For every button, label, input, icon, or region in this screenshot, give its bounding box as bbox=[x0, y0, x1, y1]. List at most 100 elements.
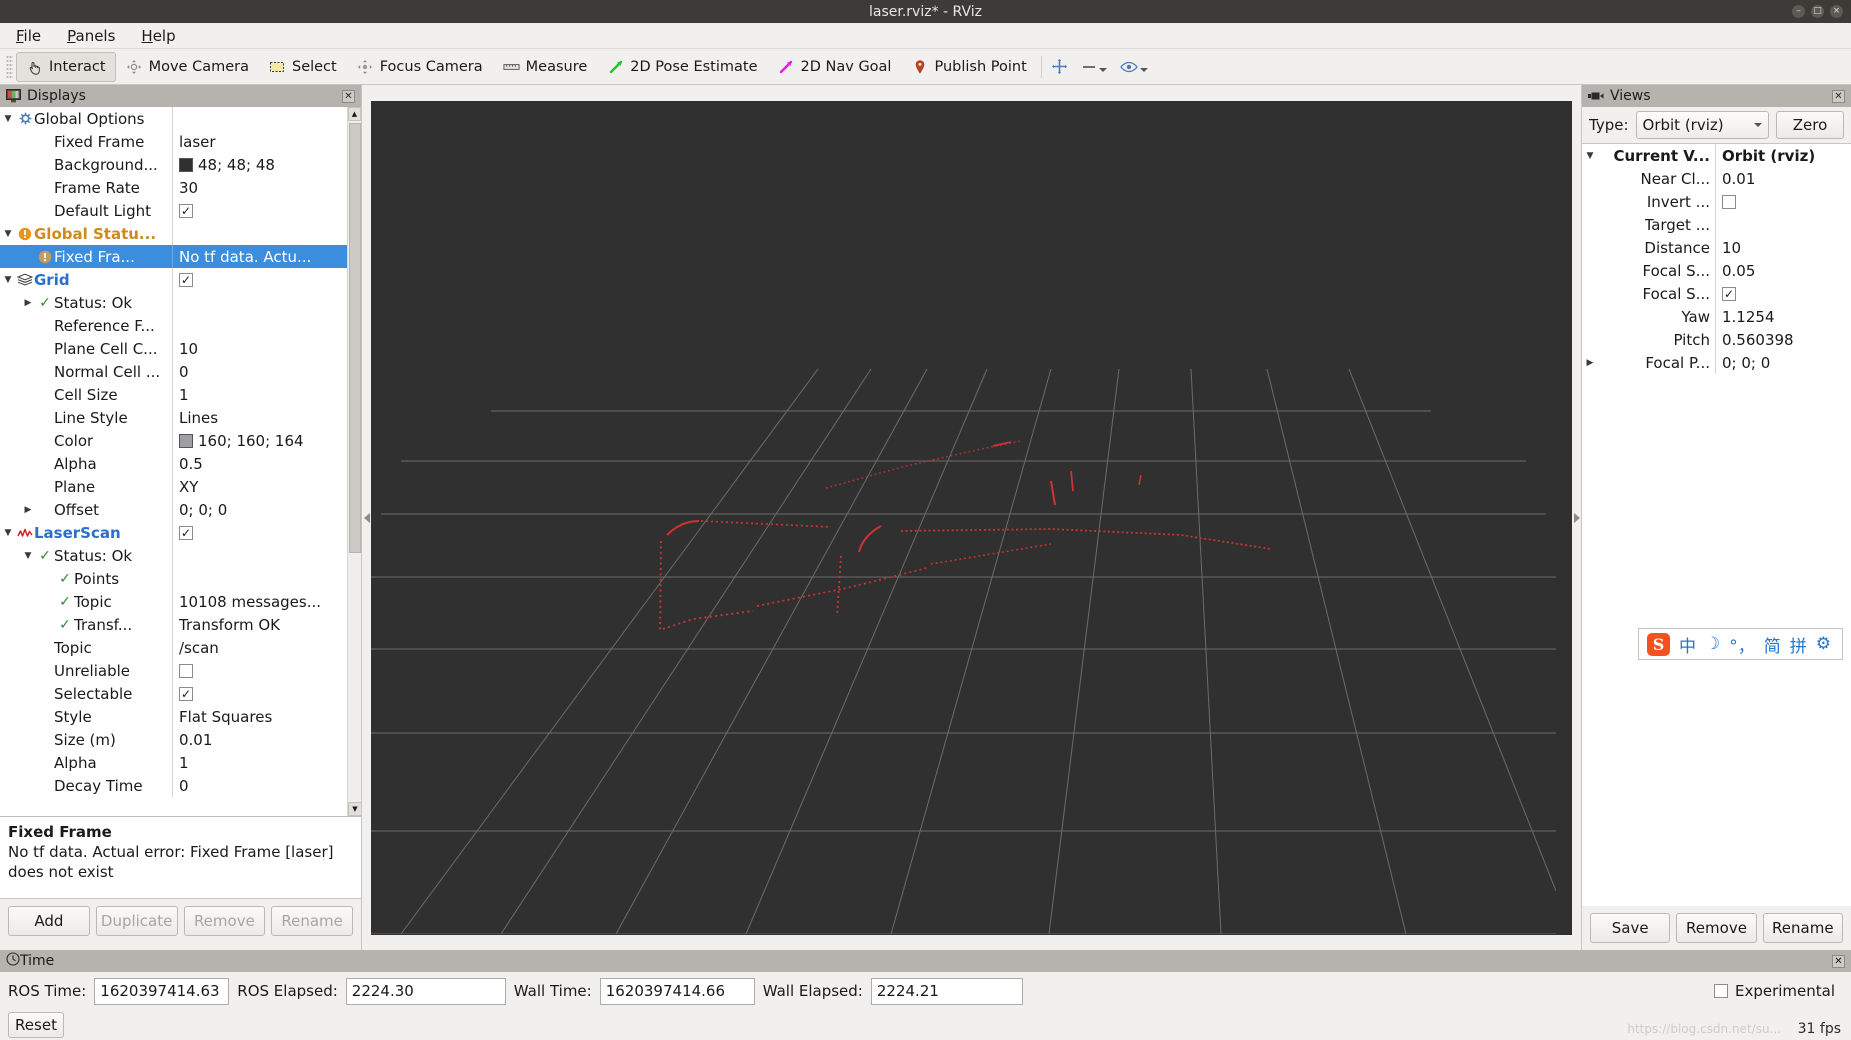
ime-moon-icon[interactable]: ☽ bbox=[1705, 634, 1720, 654]
tool-2d-nav-goal[interactable]: 2D Nav Goal bbox=[768, 52, 902, 82]
chevron-down-icon[interactable] bbox=[0, 229, 16, 239]
tree-row[interactable]: Plane XY bbox=[0, 475, 361, 498]
tree-value[interactable] bbox=[172, 659, 361, 682]
tree-row[interactable]: Global Statu... bbox=[0, 222, 361, 245]
tree-row[interactable]: Yaw 1.1254 bbox=[1582, 305, 1851, 328]
chevron-right-icon[interactable] bbox=[1582, 358, 1598, 368]
close-icon[interactable]: ✕ bbox=[342, 89, 355, 103]
tree-row[interactable]: Alpha 1 bbox=[0, 751, 361, 774]
save-button[interactable]: Save bbox=[1590, 913, 1671, 943]
tree-value[interactable]: No tf data. Actu... bbox=[172, 245, 361, 268]
3d-viewport[interactable] bbox=[371, 101, 1572, 935]
ime-settings-gear-icon[interactable]: ⚙ bbox=[1816, 634, 1831, 654]
tree-value[interactable]: 30 bbox=[172, 176, 361, 199]
tree-value[interactable]: 10 bbox=[172, 337, 361, 360]
tree-row[interactable]: Unreliable bbox=[0, 659, 361, 682]
tree-row[interactable]: Size (m) 0.01 bbox=[0, 728, 361, 751]
chevron-down-icon[interactable] bbox=[20, 551, 36, 561]
tree-row[interactable]: Global Options bbox=[0, 107, 361, 130]
tree-value[interactable]: ✓ bbox=[1715, 282, 1851, 305]
tree-value[interactable]: 0.01 bbox=[1715, 167, 1851, 190]
tool-move-camera[interactable]: Move Camera bbox=[116, 52, 259, 82]
tree-row[interactable]: Decay Time 0 bbox=[0, 774, 361, 797]
tree-value[interactable]: ✓ bbox=[172, 268, 361, 291]
tree-value[interactable]: 0.5 bbox=[172, 452, 361, 475]
views-tree[interactable]: Current V... Orbit (rviz) Near Cl... 0.01 In… bbox=[1582, 143, 1851, 906]
tree-row[interactable]: Normal Cell ... 0 bbox=[0, 360, 361, 383]
minimize-icon[interactable]: – bbox=[1792, 5, 1805, 18]
tool-focus-camera[interactable]: Focus Camera bbox=[347, 52, 493, 82]
tree-row[interactable]: Fixed Frame laser bbox=[0, 130, 361, 153]
tree-value[interactable]: 1.1254 bbox=[1715, 305, 1851, 328]
displays-tree[interactable]: Global Options Fixed Frame laser Background… bbox=[0, 107, 361, 817]
tree-row[interactable]: Pitch 0.560398 bbox=[1582, 328, 1851, 351]
tool-measure[interactable]: Measure bbox=[493, 52, 598, 82]
minus-dropdown-button[interactable] bbox=[1074, 54, 1114, 80]
wall-elapsed-input[interactable]: 2224.21 bbox=[870, 977, 1023, 1005]
chevron-down-icon[interactable] bbox=[0, 114, 16, 124]
tool-select[interactable]: Select bbox=[259, 52, 347, 82]
left-splitter-handle[interactable] bbox=[362, 85, 371, 950]
tree-row[interactable]: Selectable ✓ bbox=[0, 682, 361, 705]
tree-value[interactable]: ✓ bbox=[172, 682, 361, 705]
menu-panels[interactable]: Panels bbox=[59, 25, 123, 47]
chevron-down-icon[interactable] bbox=[1582, 151, 1598, 161]
wall-time-input[interactable]: 1620397414.66 bbox=[599, 977, 755, 1005]
ime-toolbar[interactable]: S 中 ☽ °， 简 拼 ⚙ bbox=[1638, 628, 1843, 660]
tree-row[interactable]: Line Style Lines bbox=[0, 406, 361, 429]
tree-value[interactable]: XY bbox=[172, 475, 361, 498]
toolbar-drag-handle[interactable] bbox=[6, 54, 13, 79]
chevron-down-icon[interactable] bbox=[0, 275, 16, 285]
tree-row[interactable]: Near Cl... 0.01 bbox=[1582, 167, 1851, 190]
menu-file[interactable]: File bbox=[8, 25, 49, 47]
tree-row[interactable]: Color 160; 160; 164 bbox=[0, 429, 361, 452]
tree-value[interactable]: 0; 0; 0 bbox=[172, 498, 361, 521]
tree-row[interactable]: Grid ✓ bbox=[0, 268, 361, 291]
experimental-checkbox[interactable] bbox=[1713, 984, 1728, 998]
tree-row[interactable]: Focal S... ✓ bbox=[1582, 282, 1851, 305]
tree-row[interactable]: Invert ... bbox=[1582, 190, 1851, 213]
tree-row[interactable]: Reference F... bbox=[0, 314, 361, 337]
rename-view-button[interactable]: Rename bbox=[1762, 913, 1843, 943]
tree-value[interactable]: 0 bbox=[172, 360, 361, 383]
tree-value[interactable]: Transform OK bbox=[172, 613, 361, 636]
tree-value[interactable]: 0 bbox=[172, 774, 361, 797]
tree-value[interactable]: 0.01 bbox=[172, 728, 361, 751]
tree-row[interactable]: Distance 10 bbox=[1582, 236, 1851, 259]
tool-2d-pose-estimate[interactable]: 2D Pose Estimate bbox=[597, 52, 767, 82]
chevron-right-icon[interactable] bbox=[20, 505, 36, 515]
tree-row[interactable]: Background... 48; 48; 48 bbox=[0, 153, 361, 176]
tree-row[interactable]: Focal S... 0.05 bbox=[1582, 259, 1851, 282]
chevron-down-icon[interactable] bbox=[0, 528, 16, 538]
tool-interact[interactable]: Interact bbox=[16, 51, 116, 82]
scroll-up-icon[interactable]: ▲ bbox=[348, 107, 361, 121]
tree-value[interactable] bbox=[172, 314, 361, 337]
tree-value[interactable]: 10 bbox=[1715, 236, 1851, 259]
menu-help[interactable]: Help bbox=[133, 25, 183, 47]
tree-row[interactable]: LaserScan ✓ bbox=[0, 521, 361, 544]
ime-punctuation-icon[interactable]: °， bbox=[1729, 632, 1755, 657]
tree-row[interactable]: ✓ Points bbox=[0, 567, 361, 590]
tree-row[interactable]: Focal P... 0; 0; 0 bbox=[1582, 351, 1851, 374]
close-icon[interactable]: ✕ bbox=[1832, 954, 1845, 968]
tree-row[interactable]: Current V... Orbit (rviz) bbox=[1582, 144, 1851, 167]
tree-row[interactable]: ✓Status: Ok bbox=[0, 544, 361, 567]
tree-value[interactable]: /scan bbox=[172, 636, 361, 659]
tree-value[interactable]: 48; 48; 48 bbox=[172, 153, 361, 176]
scroll-down-icon[interactable]: ▼ bbox=[348, 802, 361, 816]
view-type-select[interactable]: Orbit (rviz) bbox=[1635, 111, 1769, 139]
tree-value[interactable] bbox=[1715, 213, 1851, 236]
tree-value[interactable] bbox=[1715, 190, 1851, 213]
tree-value[interactable]: 0.05 bbox=[1715, 259, 1851, 282]
tree-row[interactable]: Cell Size 1 bbox=[0, 383, 361, 406]
chevron-right-icon[interactable] bbox=[20, 298, 36, 308]
displays-scrollbar[interactable]: ▲ ▼ bbox=[347, 107, 361, 816]
remove-view-button[interactable]: Remove bbox=[1676, 913, 1757, 943]
tree-value[interactable]: 0; 0; 0 bbox=[1715, 351, 1851, 374]
tree-value[interactable]: Lines bbox=[172, 406, 361, 429]
ime-mode-chinese[interactable]: 中 bbox=[1679, 632, 1696, 657]
ros-time-input[interactable]: 1620397414.63 bbox=[94, 977, 230, 1005]
close-icon[interactable]: × bbox=[1830, 5, 1843, 18]
tree-row[interactable]: Frame Rate 30 bbox=[0, 176, 361, 199]
tree-value[interactable]: Orbit (rviz) bbox=[1715, 144, 1851, 167]
